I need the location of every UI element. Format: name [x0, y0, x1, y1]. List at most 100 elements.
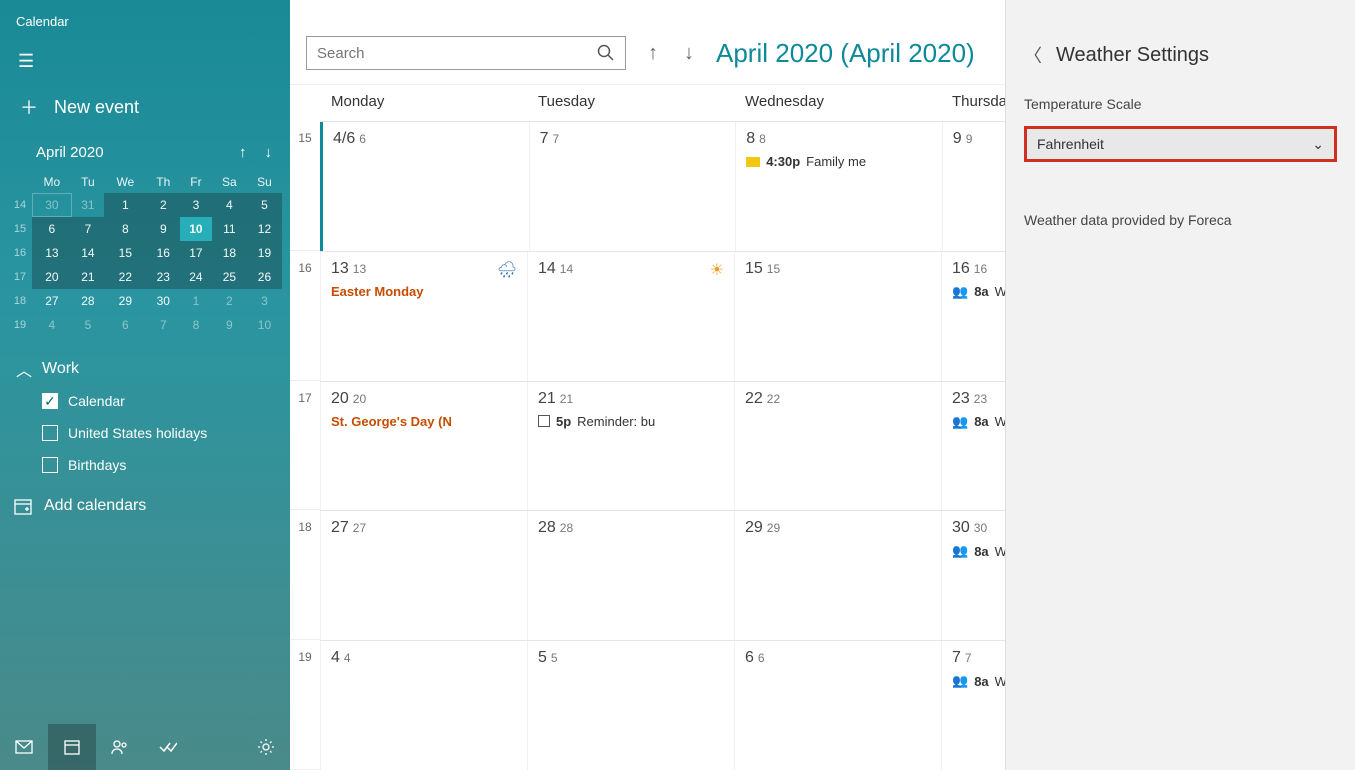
- calendar-checkbox[interactable]: Birthdays: [42, 457, 274, 473]
- holiday-label[interactable]: Easter Monday: [331, 284, 517, 299]
- event-item[interactable]: 4:30p Family me: [746, 154, 932, 169]
- search-box[interactable]: [306, 36, 626, 70]
- mini-day[interactable]: 3: [180, 193, 212, 217]
- day-number: 2222: [745, 390, 931, 408]
- mini-day[interactable]: 23: [147, 265, 180, 289]
- mini-day[interactable]: 9: [147, 217, 180, 241]
- mini-day[interactable]: 30: [32, 193, 72, 217]
- mini-day[interactable]: 20: [32, 265, 72, 289]
- mini-day[interactable]: 6: [104, 313, 146, 337]
- mini-day[interactable]: 12: [247, 217, 282, 241]
- day-cell[interactable]: 884:30p Family me: [735, 122, 942, 251]
- calendar-button[interactable]: [48, 724, 96, 770]
- settings-button[interactable]: [242, 724, 290, 770]
- mini-day[interactable]: 4: [32, 313, 72, 337]
- mini-week-number: 16: [8, 241, 32, 265]
- mini-month-label[interactable]: April 2020: [36, 144, 104, 161]
- mini-day[interactable]: 11: [212, 217, 247, 241]
- mini-day[interactable]: 8: [104, 217, 146, 241]
- mini-dow: Mo: [32, 171, 72, 193]
- group-toggle[interactable]: ︿ Work: [16, 357, 274, 381]
- mini-prev-button[interactable]: ↑: [239, 144, 247, 161]
- mini-day[interactable]: 5: [72, 313, 104, 337]
- day-number: 1313: [331, 260, 517, 278]
- mini-day[interactable]: 4: [212, 193, 247, 217]
- mini-day[interactable]: 24: [180, 265, 212, 289]
- mini-day[interactable]: 31: [72, 193, 104, 217]
- reminder-icon: [538, 415, 550, 427]
- day-cell[interactable]: 1414☀: [527, 252, 734, 381]
- mini-day[interactable]: 25: [212, 265, 247, 289]
- mini-dow: Su: [247, 171, 282, 193]
- back-button[interactable]: 〈: [1024, 42, 1042, 68]
- holiday-label[interactable]: St. George's Day (N: [331, 414, 517, 429]
- scale-dropdown[interactable]: Fahrenheit ⌄: [1024, 126, 1337, 162]
- mini-day[interactable]: 1: [104, 193, 146, 217]
- calendar-label: United States holidays: [68, 425, 207, 441]
- mini-day[interactable]: 30: [147, 289, 180, 313]
- mini-day[interactable]: 15: [104, 241, 146, 265]
- mini-next-button[interactable]: ↓: [265, 144, 273, 161]
- day-cell[interactable]: 2929: [734, 511, 941, 640]
- day-number: 1414: [538, 260, 724, 278]
- day-cell[interactable]: 77: [529, 122, 736, 251]
- mini-day[interactable]: 10: [247, 313, 282, 337]
- day-cell[interactable]: 21215p Reminder: bu: [527, 382, 734, 511]
- mail-button[interactable]: [0, 724, 48, 770]
- add-calendars-button[interactable]: Add calendars: [0, 483, 290, 529]
- mini-day[interactable]: 1: [180, 289, 212, 313]
- mini-day[interactable]: 9: [212, 313, 247, 337]
- period-title[interactable]: April 2020 (April 2020): [716, 38, 975, 69]
- day-cell[interactable]: 66: [734, 641, 941, 770]
- mini-day[interactable]: 22: [104, 265, 146, 289]
- day-cell[interactable]: 44: [320, 641, 527, 770]
- mini-day[interactable]: 2: [147, 193, 180, 217]
- mini-day[interactable]: 26: [247, 265, 282, 289]
- day-cell[interactable]: 2020 St. George's Day (N: [320, 382, 527, 511]
- mini-day[interactable]: 3: [247, 289, 282, 313]
- mini-day[interactable]: 7: [147, 313, 180, 337]
- new-event-button[interactable]: ＋ New event: [0, 84, 290, 138]
- mini-day[interactable]: 21: [72, 265, 104, 289]
- mini-day[interactable]: 28: [72, 289, 104, 313]
- mini-day[interactable]: 16: [147, 241, 180, 265]
- mini-day[interactable]: 8: [180, 313, 212, 337]
- todo-button[interactable]: [144, 724, 192, 770]
- mini-day[interactable]: 6: [32, 217, 72, 241]
- calendar-checkbox[interactable]: ✓Calendar: [42, 393, 274, 409]
- calendar-checkbox[interactable]: United States holidays: [42, 425, 274, 441]
- mini-day[interactable]: 14: [72, 241, 104, 265]
- mini-day[interactable]: 5: [247, 193, 282, 217]
- day-cell[interactable]: 1313🌧Easter Monday: [320, 252, 527, 381]
- mini-day[interactable]: 18: [212, 241, 247, 265]
- mini-day[interactable]: 19: [247, 241, 282, 265]
- day-number: 1515: [745, 260, 931, 278]
- mini-day[interactable]: 17: [180, 241, 212, 265]
- mini-day[interactable]: 29: [104, 289, 146, 313]
- mini-week-number: 19: [8, 313, 32, 337]
- day-cell[interactable]: 2222: [734, 382, 941, 511]
- mini-week-number: 14: [8, 193, 32, 217]
- checkbox-icon: [42, 425, 58, 441]
- search-input[interactable]: [317, 45, 597, 62]
- mini-day[interactable]: 13: [32, 241, 72, 265]
- mini-week-number: 17: [8, 265, 32, 289]
- day-cell[interactable]: 2828: [527, 511, 734, 640]
- search-icon[interactable]: [597, 44, 615, 62]
- people-button[interactable]: [96, 724, 144, 770]
- day-number: 66: [745, 649, 931, 667]
- hamburger-button[interactable]: ☰: [0, 39, 290, 84]
- mini-day[interactable]: 7: [72, 217, 104, 241]
- day-number: 2020: [331, 390, 517, 408]
- scale-label: Temperature Scale: [1024, 96, 1337, 112]
- mini-day[interactable]: 27: [32, 289, 72, 313]
- day-cell[interactable]: 2727: [320, 511, 527, 640]
- day-cell[interactable]: 1515: [734, 252, 941, 381]
- day-cell[interactable]: 55: [527, 641, 734, 770]
- mini-day[interactable]: 2: [212, 289, 247, 313]
- next-period-button[interactable]: ↓: [676, 38, 702, 69]
- mini-day[interactable]: 10: [180, 217, 212, 241]
- day-cell[interactable]: 4/66: [320, 122, 529, 251]
- prev-period-button[interactable]: ↑: [640, 38, 666, 69]
- event-item[interactable]: 5p Reminder: bu: [538, 414, 724, 429]
